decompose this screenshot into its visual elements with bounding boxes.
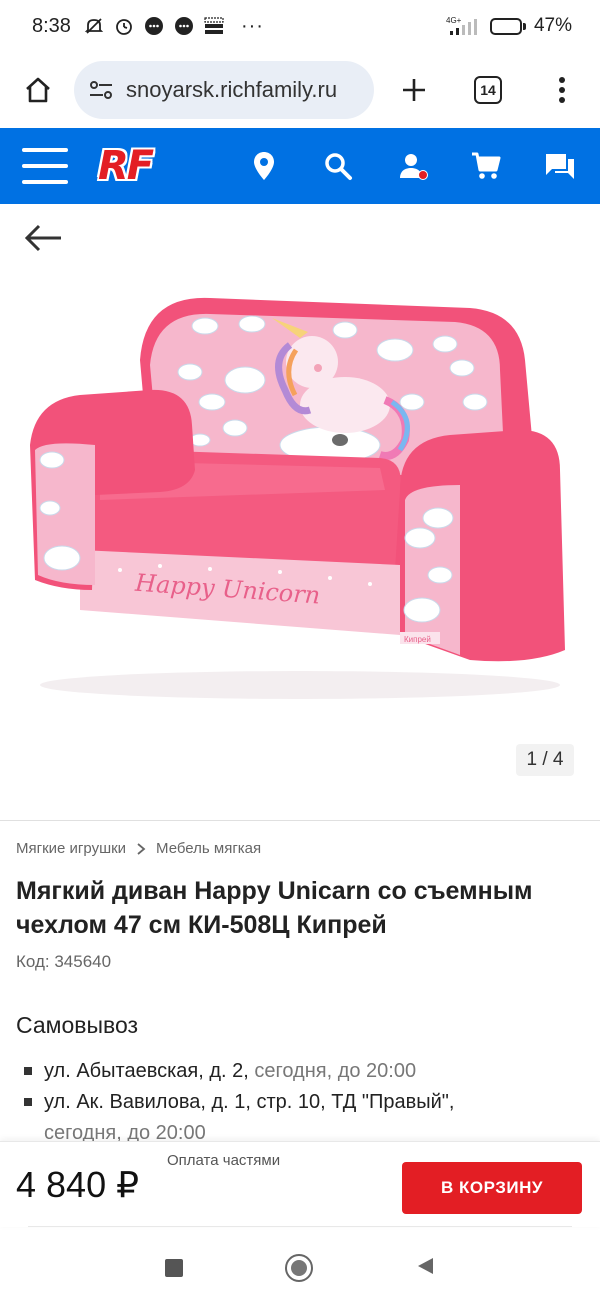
tabs-button[interactable]: 14 bbox=[466, 68, 510, 112]
triangle-back-icon bbox=[418, 1257, 433, 1274]
chat-app-icon-2 bbox=[173, 15, 195, 37]
installment-link[interactable]: Оплата частями bbox=[167, 1152, 280, 1169]
status-time: 8:38 bbox=[32, 14, 71, 37]
signal-icon: 4G+ bbox=[446, 15, 482, 37]
home-icon bbox=[26, 77, 50, 103]
pickup-address: ул. Абытаевская, д. 2, bbox=[44, 1060, 255, 1082]
new-tab-button[interactable] bbox=[392, 68, 436, 112]
chat-app-icon bbox=[143, 15, 165, 37]
menu-button[interactable] bbox=[22, 148, 68, 184]
divider bbox=[28, 1226, 572, 1227]
buy-bar: Оплата частями 4 840 ₽ В КОРЗИНУ bbox=[0, 1141, 600, 1227]
sofa-illustration: Happy Unicorn Кипрей bbox=[30, 297, 565, 699]
browser-menu-button[interactable] bbox=[540, 68, 584, 112]
divider bbox=[0, 820, 600, 821]
back-button[interactable] bbox=[20, 218, 66, 258]
breadcrumb: Мягкие игрушки Мебель мягкая bbox=[16, 840, 261, 857]
browser-toolbar: snoyarsk.richfamily.ru 14 bbox=[0, 52, 600, 128]
svg-text:Кипрей: Кипрей bbox=[404, 635, 431, 644]
store-app-icon bbox=[203, 15, 225, 37]
address-bar[interactable]: snoyarsk.richfamily.ru bbox=[74, 61, 374, 119]
home-nav-button[interactable] bbox=[285, 1254, 313, 1282]
account-icon[interactable] bbox=[394, 148, 430, 184]
status-right: 4G+ 47% bbox=[446, 15, 572, 37]
chat-icon[interactable] bbox=[542, 148, 578, 184]
more-notifications-icon: ··· bbox=[240, 14, 264, 37]
product-title: Мягкий диван Happy Unicarn со съемным че… bbox=[16, 877, 533, 939]
product-code: Код: 345640 bbox=[16, 952, 112, 971]
chevron-right-icon bbox=[136, 842, 146, 856]
header-icons bbox=[246, 148, 578, 184]
back-nav-button[interactable] bbox=[415, 1256, 435, 1281]
system-nav-bar bbox=[0, 1237, 600, 1299]
price: 4 840 ₽ bbox=[16, 1164, 139, 1205]
status-bar: 8:38 ··· 4G+ 47% bbox=[0, 0, 600, 52]
site-settings-icon[interactable] bbox=[88, 80, 114, 100]
site-logo[interactable]: RF bbox=[98, 143, 154, 189]
product-image[interactable]: Happy Unicorn Кипрей bbox=[0, 290, 600, 710]
pickup-address: ул. Ак. Вавилова, д. 1, стр. 10, ТД "Пра… bbox=[44, 1091, 455, 1113]
muted-notification-icon bbox=[83, 15, 105, 37]
cart-icon[interactable] bbox=[468, 148, 504, 184]
site-header: RF bbox=[0, 128, 600, 204]
search-icon[interactable] bbox=[320, 148, 356, 184]
status-left: 8:38 ··· bbox=[32, 15, 264, 38]
recents-button[interactable] bbox=[165, 1259, 183, 1277]
pickup-title: Самовывоз bbox=[16, 1012, 139, 1038]
image-counter: 1 / 4 bbox=[516, 744, 574, 776]
pickup-list: ул. Абытаевская, д. 2, сегодня, до 20:00… bbox=[24, 1056, 584, 1149]
battery-icon bbox=[489, 17, 526, 35]
tabs-count: 14 bbox=[474, 76, 502, 104]
pickup-time: сегодня, до 20:00 bbox=[254, 1060, 417, 1082]
kebab-menu-icon bbox=[559, 77, 565, 103]
battery-percent: 47% bbox=[533, 15, 572, 36]
pickup-item[interactable]: ул. Ак. Вавилова, д. 1, стр. 10, ТД "Пра… bbox=[24, 1087, 584, 1149]
add-to-cart-button[interactable]: В КОРЗИНУ bbox=[402, 1162, 582, 1214]
plus-icon bbox=[403, 79, 425, 101]
alarm-icon bbox=[113, 15, 135, 37]
svg-text:4G+: 4G+ bbox=[446, 16, 462, 25]
arrow-left-icon bbox=[24, 224, 61, 252]
home-button[interactable] bbox=[16, 68, 60, 112]
breadcrumb-link-furniture[interactable]: Мебель мягкая bbox=[156, 840, 261, 857]
breadcrumb-link-toys[interactable]: Мягкие игрушки bbox=[16, 840, 126, 857]
pickup-item[interactable]: ул. Абытаевская, д. 2, сегодня, до 20:00 bbox=[24, 1056, 584, 1087]
account-status-dot bbox=[418, 170, 428, 180]
location-icon[interactable] bbox=[246, 148, 282, 184]
url-text: snoyarsk.richfamily.ru bbox=[126, 77, 338, 102]
